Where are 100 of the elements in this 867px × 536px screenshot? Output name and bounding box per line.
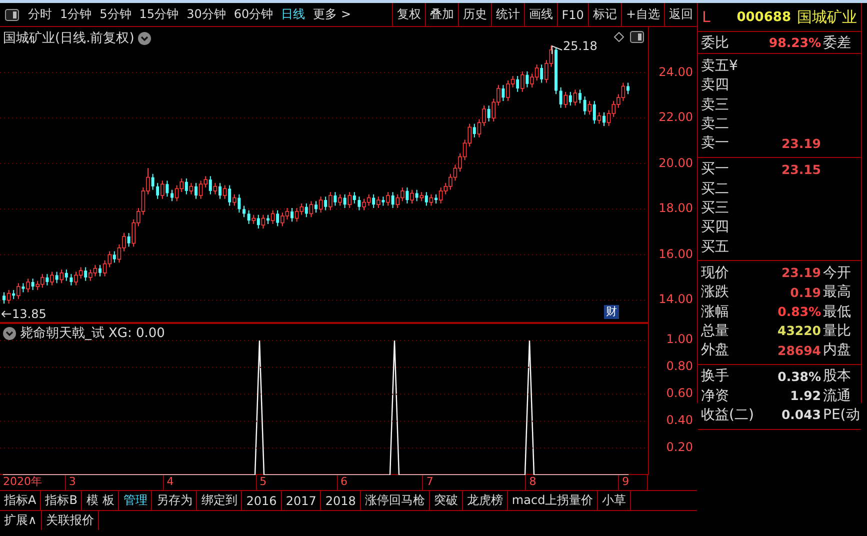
dropdown-icon[interactable] [138,32,152,44]
quote-label: 涨幅 [701,302,730,320]
high-price-label: 25.18 [563,39,598,53]
period-tab[interactable]: 分时 [24,6,56,23]
quote-label: 委比 [701,34,730,52]
formula-tab[interactable]: 2018 [321,491,361,510]
quote-label: 卖二 [701,114,730,133]
quote-label: 委差 [823,34,852,52]
axis-tick-label: 14.00 [658,292,693,306]
formula-tab[interactable]: 2016 [242,491,282,510]
quote-label: 最低 [823,302,852,320]
toolbar-button[interactable]: 历史 [458,3,491,26]
quote-label: 卖五¥ [701,56,739,75]
quote-label: 买二 [701,180,730,198]
formula-tab[interactable]: 指标A [0,491,42,510]
toolbar-button[interactable]: 叠加 [424,3,458,26]
quote-label: 卖一 [701,134,730,152]
period-tab[interactable]: 60分钟 [230,6,278,23]
formula-tab[interactable]: 小草 [598,491,632,510]
period-tab[interactable]: 5分钟 [96,6,136,23]
quote-label: 净资 [701,386,730,405]
quote-label: 内盘 [823,341,852,360]
date-label: 2020年 [2,475,43,490]
panel-toggle-icon[interactable] [630,31,644,43]
low-price-label: 13.85 [12,307,46,321]
formula-tab[interactable]: macd上拐量价 [508,491,598,510]
bottom-tab[interactable]: 关联报价 [42,511,99,530]
quote-label: PE(动 [823,406,861,424]
panel-toggle-icon[interactable] [5,8,19,20]
axis-tick-label: 0.80 [666,359,693,374]
axis-tick-label: 16.00 [658,246,693,261]
quote-label: 总量 [701,322,730,340]
axis-tick-label: 18.00 [658,201,693,216]
stock-code: 000688 [736,10,791,24]
quote-value: 1.92 [789,388,822,404]
indicator-reading: XG: 0.00 [108,326,165,340]
formula-tab[interactable]: 绑定到 [197,491,242,510]
period-tab[interactable]: 30分钟 [182,6,230,23]
period-tab[interactable]: 1分钟 [56,6,96,23]
period-tab[interactable]: 15分钟 [135,6,183,23]
toolbar-button[interactable]: 标记 [588,3,621,26]
formula-tab[interactable]: 另存为 [152,491,198,510]
formula-tab[interactable]: 龙虎榜 [462,491,508,510]
quote-label: 买三 [701,199,730,218]
formula-tab[interactable]: 涨停回马枪 [360,491,430,510]
toolbar-button[interactable]: 画线 [524,3,557,26]
axis-tick-label: 0.20 [666,440,693,454]
quote-label: 涨跌 [701,283,730,302]
toolbar-button[interactable]: F10 [556,3,588,26]
finance-badge[interactable]: 财 [604,305,619,319]
axis-tick-label: 20.00 [658,156,693,170]
quote-value: 23.19 [780,265,822,280]
quote-label: 量比 [823,322,852,340]
formula-tab[interactable]: 模 板 [82,491,120,510]
quote-value: 0.83% [776,304,822,319]
quote-label: 最高 [823,283,852,302]
quote-label: 外盘 [701,341,730,360]
quote-value: 23.15 [780,162,822,177]
date-label: 4 [162,475,256,490]
formula-tab[interactable]: 突破 [430,491,463,510]
quote-label: 买四 [701,218,730,236]
toolbar-button[interactable]: +自选 [620,3,664,26]
indicator-name: 毙命朝天戟_试 [20,325,104,342]
quote-label: 买一 [701,160,730,178]
quote-label: 收益(二) [701,406,755,424]
toolbar-button[interactable]: 复权 [392,3,425,26]
axis-tick-label: 0.40 [666,413,693,428]
formula-tab[interactable]: 指标B [41,491,82,510]
chart-title: 国城矿业(日线.前复权) [3,30,134,47]
quote-value: 0.38% [776,368,822,384]
period-tab[interactable]: 更多 > [309,6,355,23]
quote-value: 23.19 [780,136,822,151]
quote-label: 股本 [823,367,852,386]
diamond-icon[interactable] [614,32,624,42]
toolbar-button[interactable]: 返回 [664,3,697,26]
date-label: 6 [336,475,422,490]
toolbar-button[interactable]: 统计 [490,3,524,26]
formula-tab[interactable]: 2017 [282,491,322,510]
date-label: 9 [618,475,648,490]
dropdown-icon[interactable] [3,326,16,340]
quote-label: 换手 [701,367,730,386]
quote-value: 0.19 [789,284,822,300]
axis-tick-label: 24.00 [658,64,693,79]
candle [242,205,246,218]
axis-tick-label: 22.00 [658,110,693,124]
quote-label: 流通 [823,386,852,405]
date-label: 8 [525,475,618,490]
leader-line [552,45,562,54]
date-label: 3 [64,475,163,490]
quote-label: 卖三 [701,96,730,114]
quote-label: 卖四 [701,76,730,94]
quote-value: 43220 [776,323,822,338]
quote-label: 今开 [823,264,852,282]
quote-value: 28694 [776,342,822,358]
date-label: 7 [422,475,526,490]
axis-tick-label: 1.00 [666,332,693,346]
period-tab[interactable]: 日线 [277,6,310,23]
bottom-tab[interactable]: 扩展∧ [0,511,42,530]
stock-name: 国城矿业 [797,8,857,26]
formula-tab[interactable]: 管理 [119,491,152,510]
